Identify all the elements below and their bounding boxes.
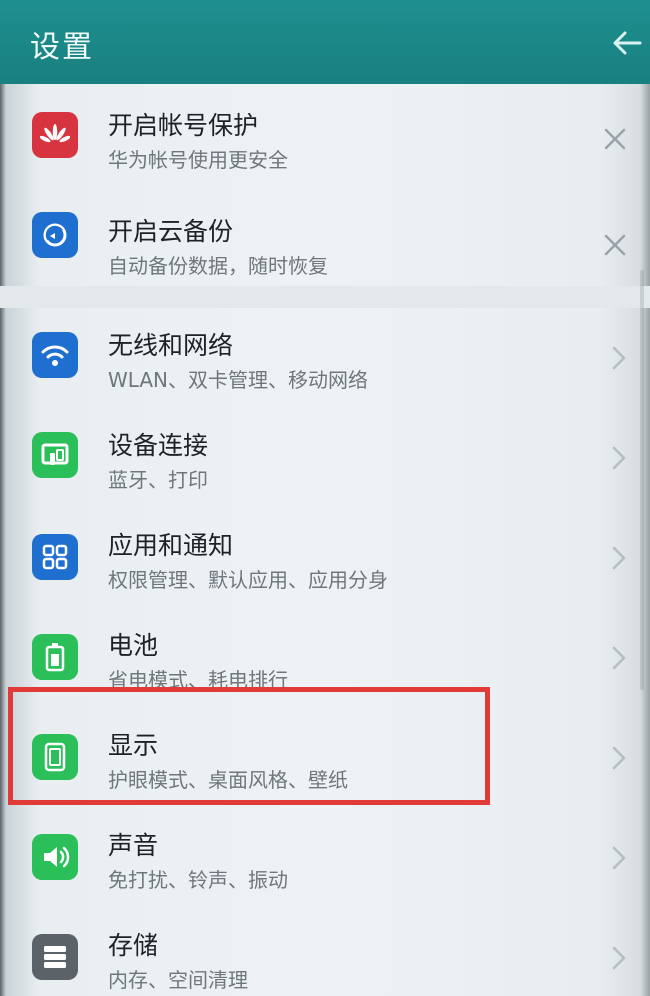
item-subtitle: 华为帐号使用更安全	[108, 148, 288, 172]
setting-apps-notifications[interactable]: 应用和通知 权限管理、默认应用、应用分身	[0, 508, 650, 608]
page-title: 设置	[30, 30, 94, 65]
chevron-right-icon	[612, 446, 626, 470]
chevron-right-icon	[612, 646, 626, 670]
item-title: 应用和通知	[108, 531, 234, 560]
item-subtitle: 免打扰、铃声、振动	[108, 868, 288, 892]
device-connect-icon	[32, 432, 78, 478]
item-title: 开启帐号保护	[108, 111, 259, 140]
setting-sound[interactable]: 声音 免打扰、铃声、振动	[0, 808, 650, 908]
close-icon[interactable]	[602, 126, 628, 152]
promo-account-protection[interactable]: 开启帐号保护 华为帐号使用更安全	[0, 84, 650, 184]
cloud-backup-icon	[32, 212, 78, 258]
chevron-right-icon	[612, 746, 626, 770]
item-title: 存储	[108, 931, 159, 960]
chevron-right-icon	[612, 946, 626, 970]
apps-grid-icon	[32, 534, 78, 580]
item-subtitle: 内存、空间清理	[108, 968, 248, 992]
item-title: 电池	[108, 631, 159, 660]
promo-cloud-backup[interactable]: 开启云备份 自动备份数据，随时恢复	[0, 184, 650, 284]
item-subtitle: 自动备份数据，随时恢复	[108, 254, 328, 278]
header-bar: 设置	[0, 0, 650, 84]
close-icon[interactable]	[602, 232, 628, 258]
item-title: 无线和网络	[108, 331, 234, 360]
battery-icon	[32, 634, 78, 680]
setting-wireless-network[interactable]: 无线和网络 WLAN、双卡管理、移动网络	[0, 308, 650, 408]
wifi-icon	[32, 332, 78, 378]
settings-screen: 设置 开启帐号保护 华为帐号使用更安全 开启云备份 自动备份数据，随时恢复 无线…	[0, 0, 650, 996]
storage-icon	[32, 934, 78, 980]
chevron-right-icon	[612, 846, 626, 870]
setting-device-connection[interactable]: 设备连接 蓝牙、打印	[0, 408, 650, 508]
item-title: 开启云备份	[108, 217, 234, 246]
item-title: 声音	[108, 831, 159, 860]
speaker-icon	[32, 834, 78, 880]
item-subtitle: WLAN、双卡管理、移动网络	[108, 368, 369, 392]
huawei-logo-icon	[32, 112, 78, 158]
back-arrow-icon[interactable]	[610, 26, 644, 60]
settings-list: 开启帐号保护 华为帐号使用更安全 开启云备份 自动备份数据，随时恢复 无线和网络…	[0, 84, 650, 996]
scrollbar[interactable]	[640, 270, 644, 690]
section-divider	[0, 286, 650, 308]
item-subtitle: 蓝牙、打印	[108, 468, 208, 492]
item-title: 设备连接	[108, 431, 209, 460]
chevron-right-icon	[612, 546, 626, 570]
setting-storage[interactable]: 存储 内存、空间清理	[0, 908, 650, 996]
chevron-right-icon	[612, 346, 626, 370]
highlight-box	[8, 687, 490, 805]
item-subtitle: 权限管理、默认应用、应用分身	[108, 568, 388, 592]
